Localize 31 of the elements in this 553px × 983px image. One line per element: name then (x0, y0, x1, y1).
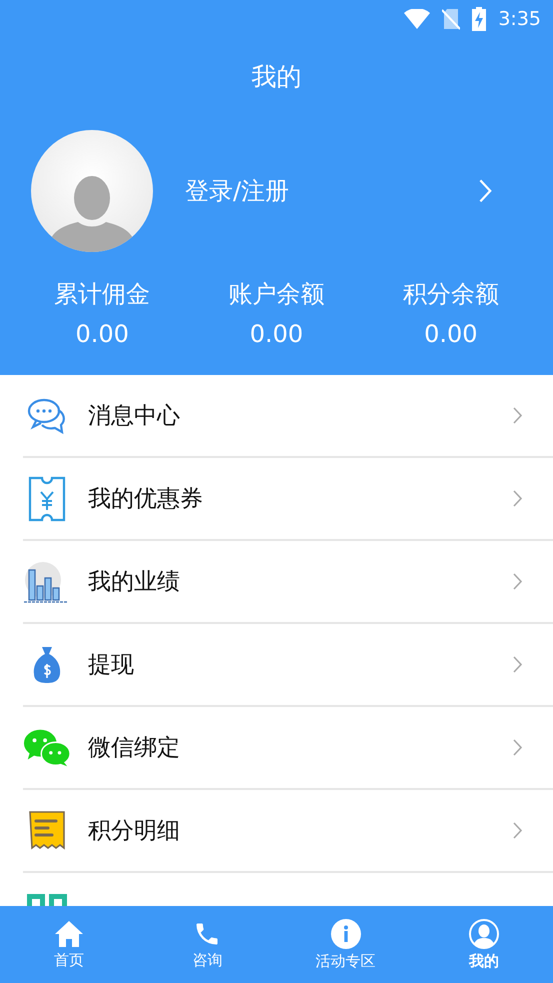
menu-item[interactable]: 消息中心 (23, 375, 553, 458)
money-bag-icon (33, 646, 61, 684)
chevron-right-icon (513, 656, 523, 673)
menu-item[interactable]: 积分明细 (23, 790, 553, 873)
no-sim-icon (442, 8, 460, 30)
menu-item[interactable]: 我的业绩 (23, 541, 553, 624)
stat-label: 账户余额 (228, 279, 324, 310)
chevron-right-icon (513, 407, 523, 424)
user-icon (468, 918, 499, 948)
chevron-right-icon (513, 822, 523, 839)
receipt-icon (29, 810, 65, 850)
chevron-right-icon (513, 573, 523, 590)
coupon-icon (28, 476, 66, 522)
wechat-icon (23, 728, 71, 768)
menu-item[interactable]: 我的优惠券 (23, 458, 553, 541)
stat-label: 累计佣金 (54, 279, 150, 310)
chevron-right-icon (513, 739, 523, 756)
stat-label: 积分余额 (402, 279, 499, 310)
page-title: 我的 (250, 61, 302, 93)
status-time: 3:35 (498, 8, 541, 30)
chevron-right-icon (513, 490, 523, 507)
info-icon (330, 918, 361, 948)
stat-value: 0.00 (75, 320, 129, 348)
menu-item[interactable]: 微信绑定 (23, 707, 553, 790)
battery-charging-icon (472, 7, 486, 31)
home-icon (54, 920, 84, 948)
stat-value: 0.00 (424, 320, 478, 348)
stat-value: 0.00 (250, 320, 304, 348)
menu-item[interactable]: 提现 (23, 624, 553, 707)
wifi-icon (404, 9, 430, 29)
chevron-right-icon (479, 179, 493, 203)
